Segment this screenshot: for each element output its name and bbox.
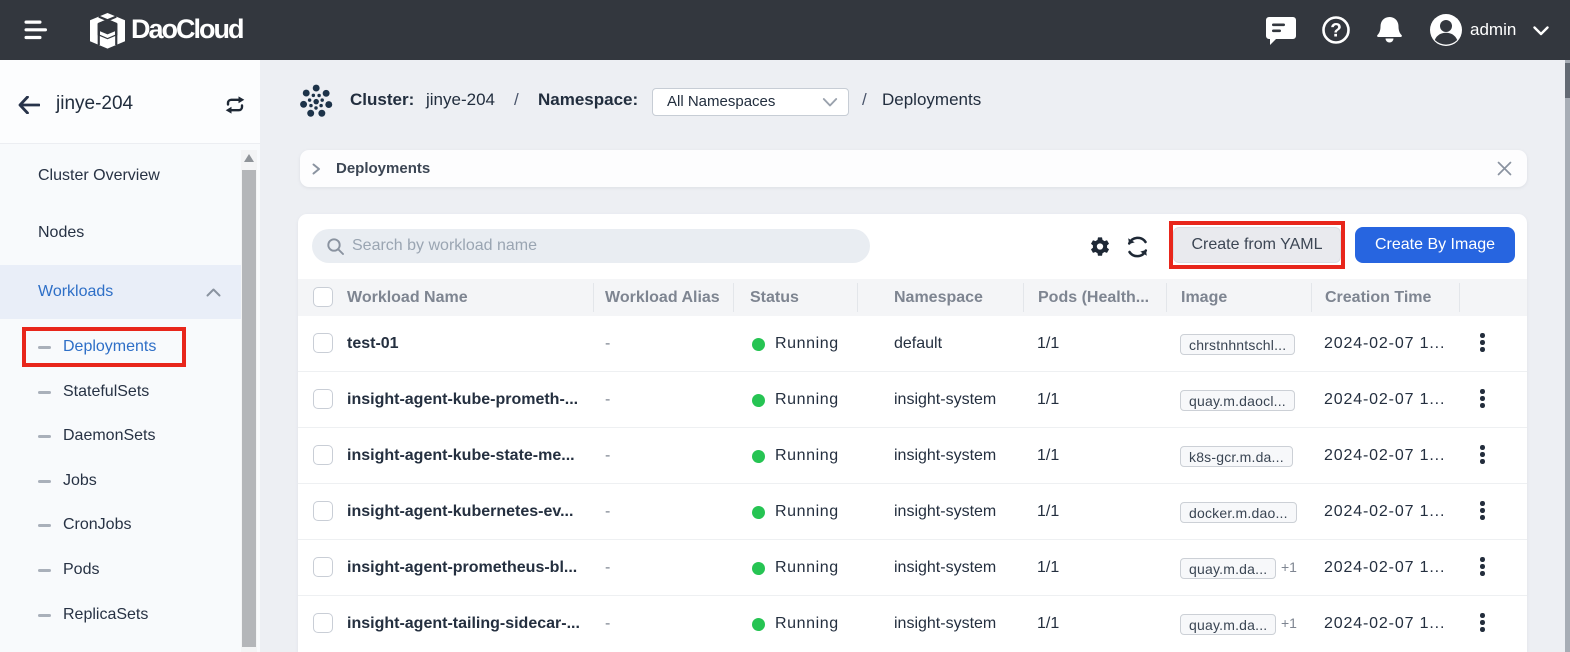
svg-text:?: ? [1330, 21, 1342, 42]
